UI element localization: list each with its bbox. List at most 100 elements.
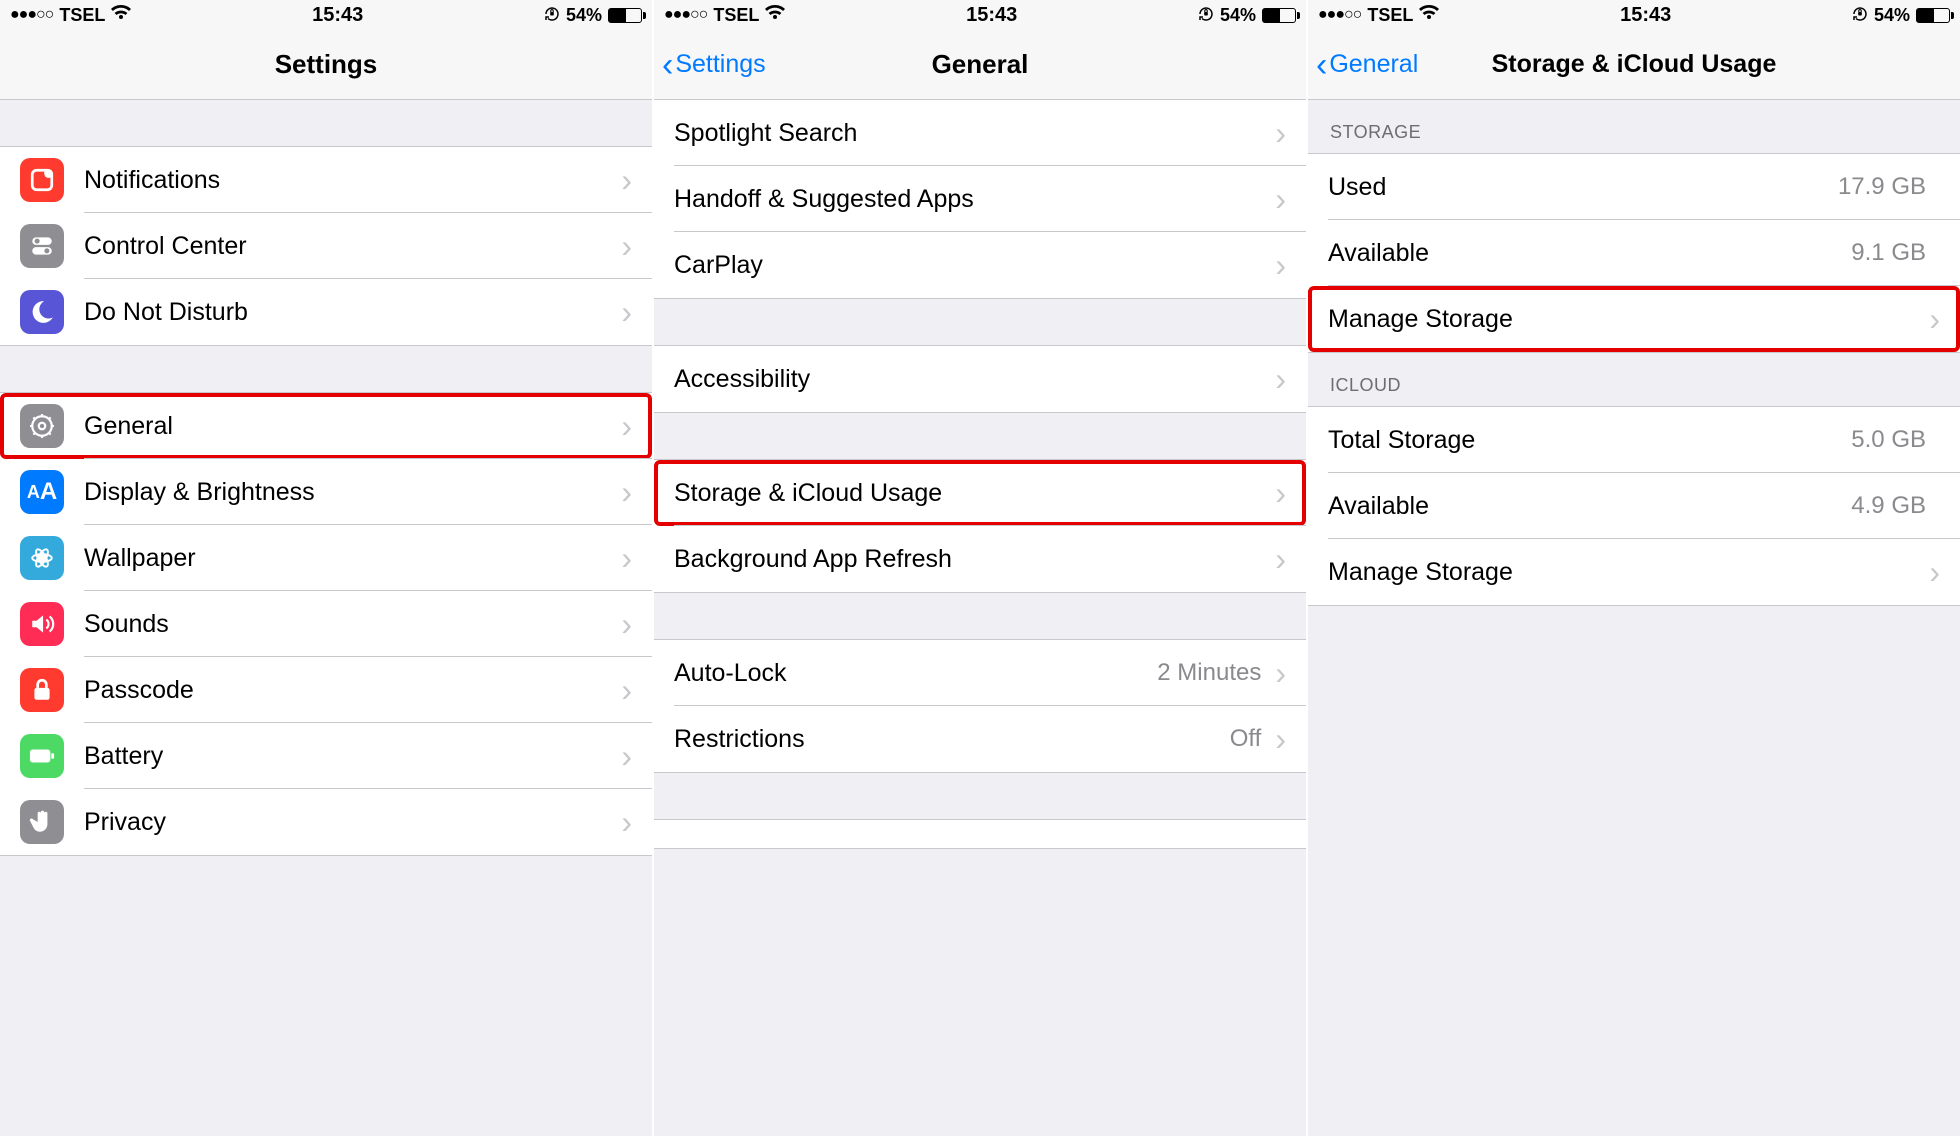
wifi-icon — [765, 5, 785, 26]
notifications-icon — [20, 158, 64, 202]
battery-icon — [1916, 8, 1950, 23]
storage-section-header: STORAGE — [1308, 100, 1960, 153]
control-center-icon — [20, 224, 64, 268]
row-label: Background App Refresh — [674, 545, 1275, 574]
chevron-left-icon: ‹ — [1316, 48, 1327, 82]
row-value: 5.0 GB — [1851, 426, 1926, 454]
row-label: Handoff & Suggested Apps — [674, 185, 1275, 214]
chevron-right-icon: › — [1275, 115, 1286, 152]
settings-row-notifications[interactable]: Notifications › — [0, 147, 652, 213]
back-button[interactable]: ‹ General — [1316, 48, 1418, 82]
signal-icon: ●●●○○ — [10, 6, 53, 24]
settings-row-passcode[interactable]: Passcode › — [0, 657, 652, 723]
chevron-right-icon: › — [1275, 475, 1286, 512]
status-bar: ●●●○○ TSEL 15:43 54% — [1308, 0, 1960, 30]
row-bgrefresh[interactable]: Background App Refresh › — [654, 526, 1306, 592]
settings-row-control-center[interactable]: Control Center › — [0, 213, 652, 279]
row-handoff[interactable]: Handoff & Suggested Apps › — [654, 166, 1306, 232]
row-label: Spotlight Search — [674, 119, 1275, 148]
row-label: Control Center — [84, 232, 621, 261]
chevron-right-icon: › — [621, 474, 632, 511]
settings-row-wallpaper[interactable]: Wallpaper › — [0, 525, 652, 591]
row-total: Total Storage 5.0 GB — [1308, 407, 1960, 473]
wifi-icon — [111, 5, 131, 26]
chevron-right-icon: › — [621, 294, 632, 331]
row-label: Restrictions — [674, 725, 1230, 754]
back-label: Settings — [675, 50, 765, 79]
chevron-right-icon: › — [1275, 181, 1286, 218]
settings-row-general[interactable]: General › — [0, 393, 652, 459]
row-manage1[interactable]: Manage Storage › — [1308, 286, 1960, 352]
row-label: Storage & iCloud Usage — [674, 479, 1275, 508]
row-label: Do Not Disturb — [84, 298, 621, 327]
row-label: Available — [1328, 239, 1851, 268]
settings-row-battery[interactable]: Battery › — [0, 723, 652, 789]
settings-row-privacy[interactable]: Privacy › — [0, 789, 652, 855]
row-manage2[interactable]: Manage Storage › — [1308, 539, 1960, 605]
row-spotlight[interactable]: Spotlight Search › — [654, 100, 1306, 166]
chevron-right-icon: › — [1929, 301, 1940, 338]
battery-icon — [608, 8, 642, 23]
row-storage[interactable]: Storage & iCloud Usage › — [654, 460, 1306, 526]
settings-row-display[interactable]: AA Display & Brightness › — [0, 459, 652, 525]
battery-icon — [1262, 8, 1296, 23]
back-label: General — [1329, 50, 1418, 79]
icloud-section-header: ICLOUD — [1308, 353, 1960, 406]
nav-bar: ‹ Settings General — [654, 30, 1306, 100]
row-label: Auto-Lock — [674, 659, 1157, 688]
page-title: General — [932, 49, 1029, 80]
settings-row-dnd[interactable]: Do Not Disturb › — [0, 279, 652, 345]
battery-pct-label: 54% — [1874, 5, 1910, 26]
clock-label: 15:43 — [1620, 4, 1671, 27]
battery-icon — [20, 734, 64, 778]
status-bar: ●●●○○ TSEL 15:43 54% — [654, 0, 1306, 30]
row-available: Available 9.1 GB — [1308, 220, 1960, 286]
row-iavail: Available 4.9 GB — [1308, 473, 1960, 539]
chevron-right-icon: › — [1275, 655, 1286, 692]
carrier-label: TSEL — [713, 5, 759, 26]
nav-bar: ‹ General Storage & iCloud Usage — [1308, 30, 1960, 100]
row-accessibility[interactable]: Accessibility › — [654, 346, 1306, 412]
chevron-right-icon: › — [621, 408, 632, 445]
row-label: Used — [1328, 173, 1838, 202]
chevron-right-icon: › — [621, 540, 632, 577]
row-label: Total Storage — [1328, 426, 1851, 455]
chevron-right-icon: › — [621, 672, 632, 709]
row-autolock[interactable]: Auto-Lock 2 Minutes› — [654, 640, 1306, 706]
flower-icon — [20, 536, 64, 580]
lock-icon — [20, 668, 64, 712]
chevron-right-icon: › — [1275, 361, 1286, 398]
clock-label: 15:43 — [312, 4, 363, 27]
row-value: 4.9 GB — [1851, 492, 1926, 520]
storage-screen: ●●●○○ TSEL 15:43 54% ‹ General — [1308, 0, 1960, 1136]
row-value: 9.1 GB — [1851, 239, 1926, 267]
chevron-right-icon: › — [1275, 247, 1286, 284]
settings-screen: ●●●○○ TSEL 15:43 54% Settings — [0, 0, 654, 1136]
aa-icon: AA — [20, 470, 64, 514]
chevron-right-icon: › — [621, 804, 632, 841]
chevron-right-icon: › — [621, 606, 632, 643]
signal-icon: ●●●○○ — [1318, 6, 1361, 24]
row-carplay[interactable]: CarPlay › — [654, 232, 1306, 298]
row-used: Used 17.9 GB — [1308, 154, 1960, 220]
row-label: Wallpaper — [84, 544, 621, 573]
chevron-right-icon: › — [1929, 554, 1940, 591]
row-restrictions[interactable]: Restrictions Off› — [654, 706, 1306, 772]
back-button[interactable]: ‹ Settings — [662, 48, 766, 82]
rotation-lock-icon — [544, 6, 560, 25]
row-label: Display & Brightness — [84, 478, 621, 507]
battery-pct-label: 54% — [566, 5, 602, 26]
rotation-lock-icon — [1198, 6, 1214, 25]
row-label: Privacy — [84, 808, 621, 837]
row-label: Sounds — [84, 610, 621, 639]
row-label: Notifications — [84, 166, 621, 195]
wifi-icon — [1419, 5, 1439, 26]
nav-bar: Settings — [0, 30, 652, 100]
page-title: Storage & iCloud Usage — [1492, 50, 1777, 79]
clock-label: 15:43 — [966, 4, 1017, 27]
status-bar: ●●●○○ TSEL 15:43 54% — [0, 0, 652, 30]
row-value: Off — [1230, 725, 1262, 753]
chevron-right-icon: › — [621, 162, 632, 199]
settings-row-sounds[interactable]: Sounds › — [0, 591, 652, 657]
hand-icon — [20, 800, 64, 844]
